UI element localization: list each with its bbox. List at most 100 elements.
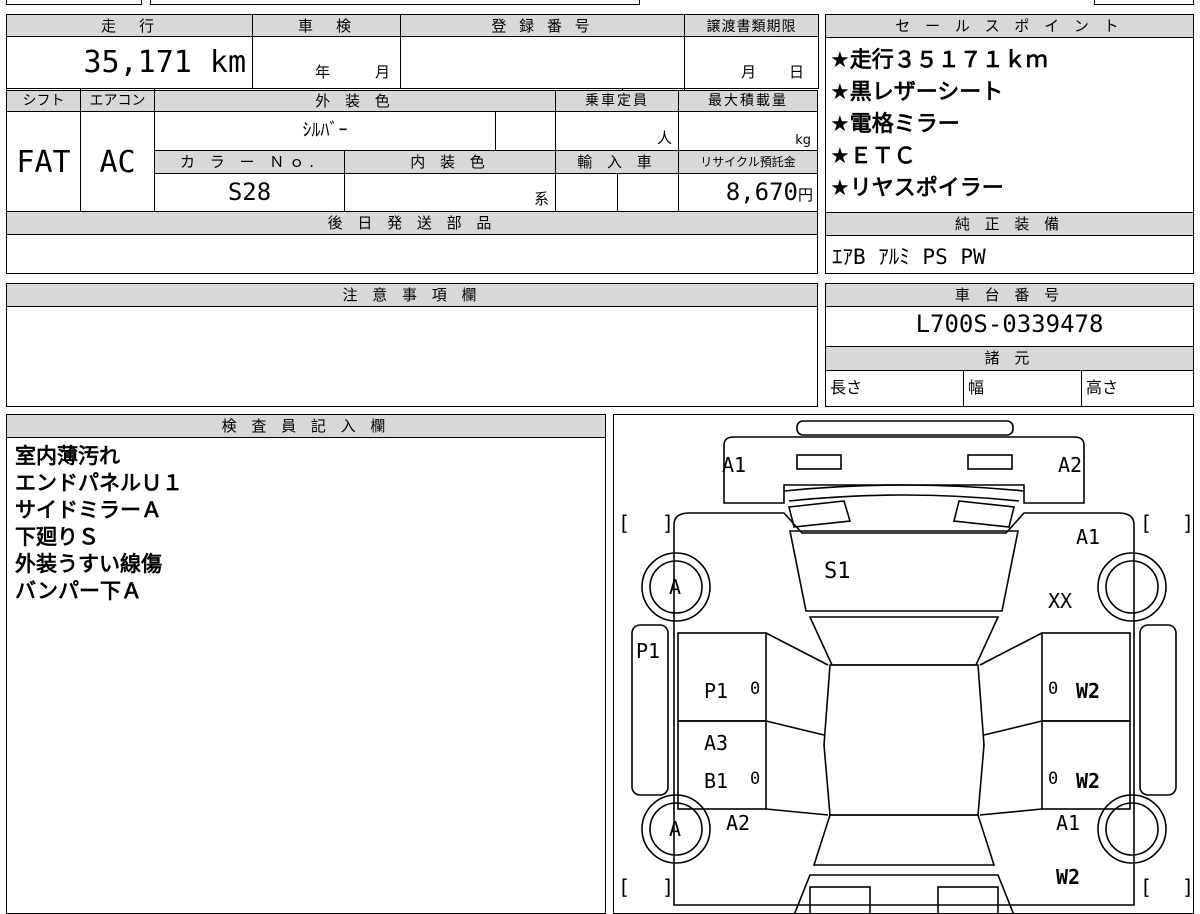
mark-wheel-front-left: A	[669, 575, 682, 599]
ext-color-value: ｼﾙﾊﾞｰ	[154, 111, 496, 151]
wheel-rear-right-inner	[1105, 802, 1159, 856]
spec-width: 幅	[964, 370, 1082, 407]
mark-rear-right-bottom: W2	[1056, 865, 1081, 889]
recycle-label: リサイクル預託金	[678, 150, 818, 174]
sales-point-5: ★リヤスポイラー	[830, 176, 1004, 201]
mileage-value: 35,171 km	[5, 36, 254, 89]
ext-color-value-text: ｼﾙﾊﾞｰ	[302, 120, 348, 141]
door-rear-right-shape	[1041, 720, 1131, 810]
bracket-rear-right-close: ]	[1182, 875, 1194, 899]
inspector-line-5: 外装うすい線傷	[15, 552, 162, 576]
shift-label-box: シフト	[6, 90, 81, 112]
door-front-right-shape	[1041, 632, 1131, 722]
ac-label-box: エアコン	[80, 90, 155, 112]
sales-point-3: ★電格ミラー	[830, 112, 960, 137]
shaken-month: 月	[375, 63, 391, 81]
mark-door-rear-right: W2	[1076, 769, 1101, 793]
recycle-unit: 円	[797, 186, 813, 204]
wheel-front-right	[1097, 552, 1167, 622]
cropped-top-box-3	[1094, 0, 1194, 5]
int-color-value: 系	[344, 173, 556, 212]
mark-door-front-right-zero: 0	[1048, 679, 1059, 699]
sales-point-1: ★走行３５１７１ｋｍ	[830, 48, 1048, 73]
rear-lamp-right	[937, 886, 999, 913]
inspector-notes: 室内薄汚れ エンドパネルＵ１ サイドミラーＡ 下廻りＳ 外装うすい線傷 バンパー…	[15, 443, 183, 605]
sales-points-label: セ ー ル ス ポ イ ン ト	[826, 15, 1193, 38]
mark-door-rear-right-zero: 0	[1048, 769, 1059, 789]
load-unit: kg	[795, 133, 811, 148]
inspector-label: 検 査 員 記 入 欄	[7, 415, 605, 438]
car-diagram	[631, 420, 1177, 913]
capacity-unit: 人	[656, 129, 672, 147]
load-label-box: 最大積載量	[678, 90, 818, 112]
capacity-label-box: 乗車定員	[555, 90, 679, 112]
bracket-rear-right-open: [	[1140, 875, 1153, 899]
mark-rear-left: A2	[726, 811, 751, 835]
color-no-label-text: カ ラ ー Ｎｏ.	[179, 153, 320, 171]
mark-front-right-xx: XX	[1048, 589, 1073, 613]
int-color-label-text: 内 装 色	[410, 153, 490, 171]
bracket-front-right-open: [	[1140, 511, 1153, 535]
capacity-label-text: 乗車定員	[585, 93, 649, 109]
mark-door-front-left-zero: 0	[750, 679, 761, 699]
front-bumper-shape	[723, 436, 1085, 504]
bracket-rear-left-close: ]	[662, 875, 675, 899]
mark-wheel-rear-left: A	[669, 817, 682, 841]
roof-antenna-shape	[796, 420, 1014, 436]
ac-value: AC	[80, 111, 155, 212]
grille-shape	[783, 484, 1025, 502]
mark-fender-right: A1	[1076, 525, 1101, 549]
door-left-lines	[765, 632, 829, 816]
color-no-label: カ ラ ー Ｎｏ.	[154, 150, 345, 174]
car-diagram-panel: A1 A2 [ ] [ ] A1 S1 A XX P1 P1 0 0 W2 A3…	[613, 414, 1194, 914]
int-color-label: 内 装 色	[344, 150, 556, 174]
load-label-text: 最大積載量	[708, 93, 788, 109]
equipment-panel: 純 正 装 備 ｴｱB ｱﾙﾐ PS PW	[825, 212, 1194, 274]
chassis-label: 車 台 番 号	[826, 284, 1193, 307]
chassis-panel: 車 台 番 号 L700S-0339478 諸 元 長さ 幅 高さ	[825, 283, 1194, 407]
vent-right	[953, 500, 1015, 528]
cropped-top-box-2	[150, 0, 640, 5]
shift-value-text: FAT	[16, 145, 71, 180]
inspector-line-6: バンパー下Ａ	[15, 579, 143, 603]
capacity-value: 人	[555, 111, 679, 151]
recycle-value-text: 8,670	[725, 178, 798, 206]
inspector-line-1: 室内薄汚れ	[15, 444, 120, 468]
ext-color-label-text: 外 装 色	[315, 92, 395, 110]
mark-door-front-right: W2	[1076, 679, 1101, 703]
sales-point-2: ★黒レザーシート	[830, 80, 1004, 105]
inspector-panel: 検 査 員 記 入 欄 室内薄汚れ エンドパネルＵ１ サイドミラーＡ 下廻りＳ …	[6, 414, 606, 914]
body-outline	[673, 512, 1135, 906]
mark-front-left: A1	[722, 453, 747, 477]
notes-panel: 注 意 事 項 欄	[6, 283, 818, 407]
ext-color-extra	[495, 111, 556, 151]
headlight-right	[967, 454, 1013, 470]
wheel-front-right-inner	[1105, 560, 1159, 614]
ext-color-label-box: 外 装 色	[154, 90, 556, 112]
later-parts-value	[6, 234, 818, 274]
bracket-rear-left-open: [	[618, 875, 631, 899]
load-value: kg	[678, 111, 818, 151]
mark-sill-left: P1	[636, 639, 661, 663]
cropped-top-box-1	[6, 0, 142, 5]
import-value-a	[555, 173, 618, 212]
mark-front-right: A2	[1058, 453, 1083, 477]
mark-rear-right: A1	[1056, 811, 1081, 835]
windshield-shape	[808, 616, 1000, 666]
equipment-label: 純 正 装 備	[826, 213, 1193, 236]
color-no-value: S28	[154, 173, 345, 212]
mileage-label: 走 行	[5, 14, 254, 37]
transfer-day: 日	[789, 63, 805, 81]
recycle-label-text: リサイクル預託金	[700, 155, 796, 169]
inspector-line-3: サイドミラーＡ	[15, 498, 162, 522]
bracket-front-right-close: ]	[1182, 511, 1194, 535]
transfer-month: 月	[741, 63, 757, 81]
mark-door-rear-left-a: A3	[704, 731, 729, 755]
later-parts-label-text: 後 日 発 送 部 品	[327, 214, 497, 232]
registration-value	[400, 36, 686, 89]
tailgate-shape	[793, 874, 1015, 913]
roof-shape	[823, 664, 985, 816]
mark-door-rear-left-zero: 0	[750, 769, 761, 789]
headlight-left	[796, 454, 842, 470]
sill-right-shape	[1139, 624, 1177, 796]
